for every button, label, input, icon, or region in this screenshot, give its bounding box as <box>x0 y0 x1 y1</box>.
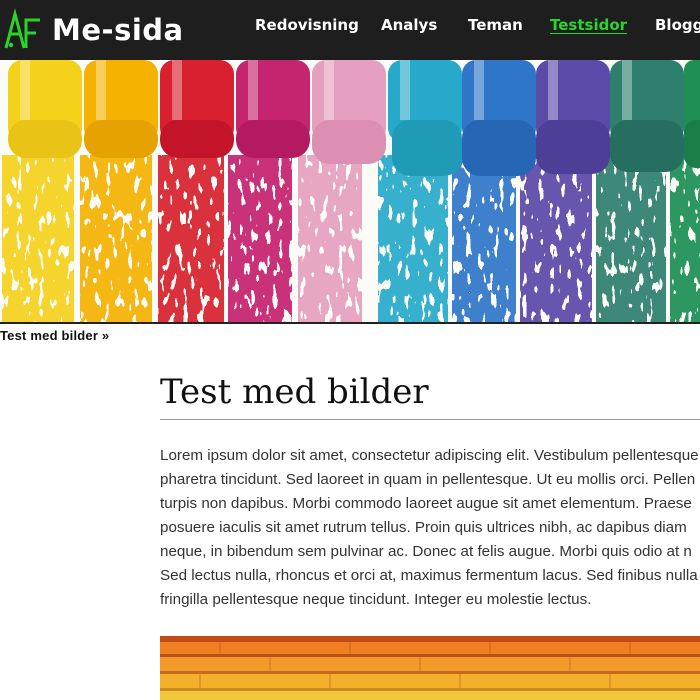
paragraph-line: pharetra tincidunt. Sed laoreet in quam … <box>160 471 696 488</box>
nav-blogg[interactable]: Blogg <box>655 16 700 34</box>
nav-analys[interactable]: Analys <box>381 16 437 34</box>
paragraph-line: fringilla pellentesque neque tincidunt. … <box>160 591 592 608</box>
banner-image <box>0 60 700 322</box>
site-logo[interactable]: Me-sida <box>0 0 184 60</box>
paragraph-line: turpis non dapibus. Morbi commodo laoree… <box>160 495 692 512</box>
nav-redovisning[interactable]: Redovisning <box>255 16 359 34</box>
paragraph-line: Lorem ipsum dolor sit amet, consectetur … <box>160 447 699 464</box>
paragraph-line: posuere iaculis sit amet rutrum tellus. … <box>160 519 687 536</box>
paragraph-line: Sed lectus nulla, rhoncus et orci at, ma… <box>160 567 698 584</box>
body-paragraph: Lorem ipsum dolor sit amet, consectetur … <box>160 444 700 612</box>
breadcrumb[interactable]: Test med bilder » <box>0 328 109 343</box>
content-image <box>160 636 700 700</box>
nav-testsidor[interactable]: Testsidor <box>550 16 627 34</box>
title-divider <box>160 419 700 420</box>
site-header: Me-sida Redovisning Analys Teman Testsid… <box>0 0 700 60</box>
logo-text: Me-sida <box>52 13 184 47</box>
page-title: Test med bilder <box>160 372 429 412</box>
logo-af-icon <box>2 8 46 52</box>
nav-teman[interactable]: Teman <box>468 16 523 34</box>
paragraph-line: neque, in bibendum sem pulvinar ac. Done… <box>160 543 692 560</box>
banner-divider <box>0 322 700 324</box>
